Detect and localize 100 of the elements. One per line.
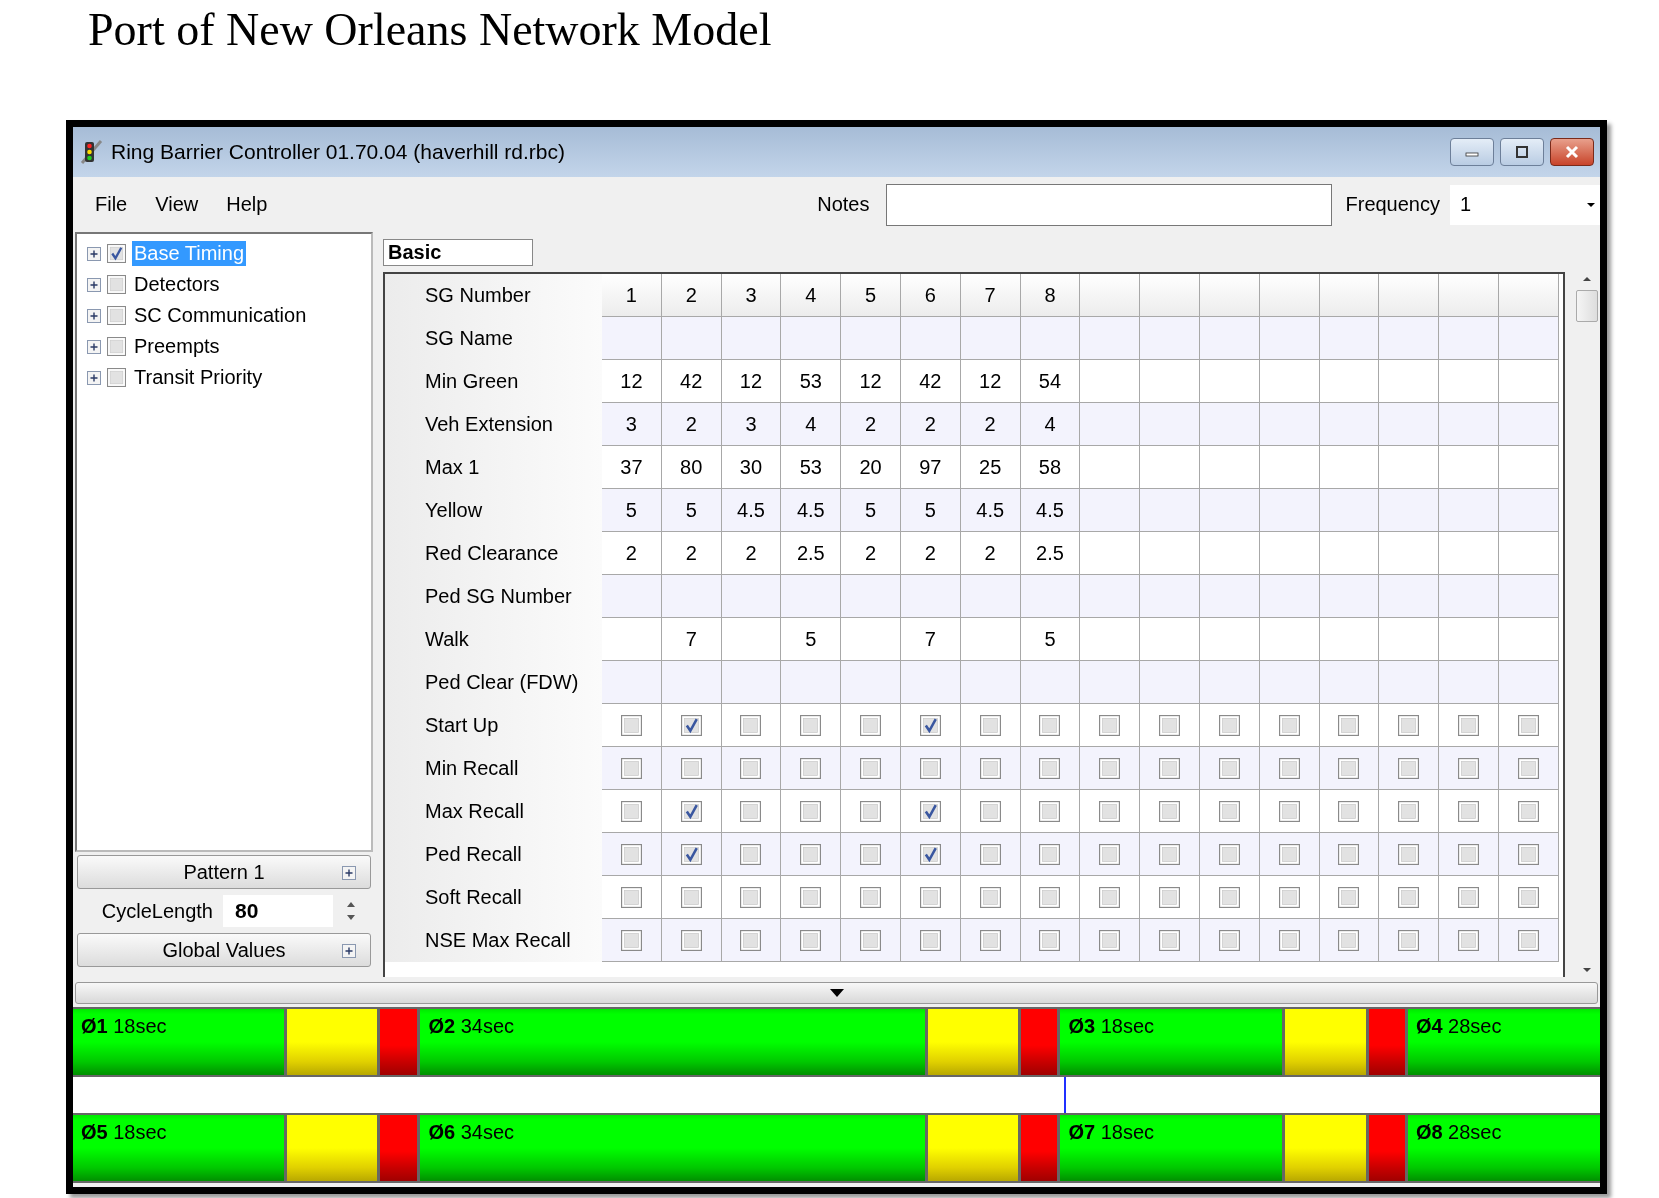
expand-icon[interactable]: [87, 370, 101, 385]
checkbox[interactable]: [1458, 929, 1480, 951]
tree-item[interactable]: Transit Priority: [132, 365, 265, 390]
checkbox[interactable]: [1398, 886, 1420, 908]
checkbox[interactable]: [1099, 757, 1121, 779]
menu-item[interactable]: View: [141, 193, 213, 216]
checkbox[interactable]: [1278, 886, 1300, 908]
checkbox[interactable]: [800, 843, 822, 865]
checkbox[interactable]: [680, 843, 702, 865]
checkbox[interactable]: [1338, 714, 1360, 736]
checkbox[interactable]: [979, 714, 1001, 736]
dropdown-arrow-icon[interactable]: [1586, 200, 1596, 209]
checkbox[interactable]: [1517, 800, 1539, 822]
checkbox[interactable]: [1039, 757, 1061, 779]
checkbox[interactable]: [1099, 714, 1121, 736]
checkbox[interactable]: [860, 843, 882, 865]
notes-field[interactable]: [885, 183, 1332, 226]
checkbox[interactable]: [740, 886, 762, 908]
tree-item[interactable]: SC Communication: [132, 303, 309, 328]
checkbox[interactable]: [860, 886, 882, 908]
checkbox[interactable]: [1099, 843, 1121, 865]
down-arrow-icon[interactable]: [827, 987, 846, 999]
checkbox[interactable]: [800, 757, 822, 779]
checkbox[interactable]: [107, 275, 126, 294]
checkbox[interactable]: [680, 800, 702, 822]
checkbox[interactable]: [620, 886, 642, 908]
checkbox[interactable]: [740, 757, 762, 779]
checkbox[interactable]: [1458, 843, 1480, 865]
checkbox[interactable]: [860, 757, 882, 779]
checkbox[interactable]: [1278, 843, 1300, 865]
pattern-button[interactable]: Pattern 1: [77, 855, 371, 889]
checkbox[interactable]: [860, 800, 882, 822]
checkbox[interactable]: [1398, 843, 1420, 865]
checkbox[interactable]: [1278, 929, 1300, 951]
checkbox[interactable]: [1517, 843, 1539, 865]
checkbox[interactable]: [979, 843, 1001, 865]
checkbox[interactable]: [1159, 929, 1181, 951]
checkbox[interactable]: [107, 244, 126, 263]
checkbox[interactable]: [1159, 843, 1181, 865]
checkbox[interactable]: [860, 929, 882, 951]
checkbox[interactable]: [1517, 886, 1539, 908]
checkbox[interactable]: [919, 757, 941, 779]
checkbox[interactable]: [979, 886, 1001, 908]
checkbox[interactable]: [1218, 843, 1240, 865]
checkbox[interactable]: [740, 800, 762, 822]
scrollbar-thumb[interactable]: [1575, 290, 1598, 322]
checkbox[interactable]: [1398, 757, 1420, 779]
checkbox[interactable]: [1099, 886, 1121, 908]
checkbox[interactable]: [1218, 714, 1240, 736]
checkbox[interactable]: [620, 757, 642, 779]
checkbox[interactable]: [1159, 800, 1181, 822]
checkbox[interactable]: [680, 886, 702, 908]
checkbox[interactable]: [1218, 929, 1240, 951]
checkbox[interactable]: [1458, 757, 1480, 779]
close-button[interactable]: [1550, 138, 1594, 166]
checkbox[interactable]: [1039, 929, 1061, 951]
checkbox[interactable]: [1338, 757, 1360, 779]
checkbox[interactable]: [919, 800, 941, 822]
checkbox[interactable]: [800, 714, 822, 736]
tab[interactable]: Basic: [383, 238, 533, 266]
checkbox[interactable]: [1398, 714, 1420, 736]
checkbox[interactable]: [1039, 800, 1061, 822]
checkbox[interactable]: [860, 714, 882, 736]
checkbox[interactable]: [1039, 843, 1061, 865]
checkbox[interactable]: [979, 757, 1001, 779]
expand-icon[interactable]: [87, 339, 101, 354]
checkbox[interactable]: [979, 800, 1001, 822]
checkbox[interactable]: [919, 714, 941, 736]
checkbox[interactable]: [620, 800, 642, 822]
checkbox[interactable]: [620, 843, 642, 865]
menu-item[interactable]: File: [81, 193, 142, 216]
checkbox[interactable]: [919, 886, 941, 908]
global-values-button[interactable]: Global Values: [77, 933, 371, 967]
minimize-button[interactable]: [1450, 138, 1494, 166]
checkbox[interactable]: [107, 306, 126, 325]
checkbox[interactable]: [680, 929, 702, 951]
checkbox[interactable]: [800, 886, 822, 908]
expand-icon[interactable]: [342, 944, 356, 958]
checkbox[interactable]: [1517, 714, 1539, 736]
tree-item[interactable]: Detectors: [132, 272, 222, 297]
checkbox[interactable]: [1278, 800, 1300, 822]
checkbox[interactable]: [1218, 800, 1240, 822]
checkbox[interactable]: [1159, 757, 1181, 779]
checkbox[interactable]: [1278, 757, 1300, 779]
maximize-button[interactable]: [1500, 138, 1544, 166]
tree-item[interactable]: Preempts: [132, 334, 222, 359]
checkbox[interactable]: [919, 843, 941, 865]
checkbox[interactable]: [1218, 886, 1240, 908]
checkbox[interactable]: [1338, 843, 1360, 865]
checkbox[interactable]: [1338, 929, 1360, 951]
checkbox[interactable]: [1458, 800, 1480, 822]
checkbox[interactable]: [680, 714, 702, 736]
checkbox[interactable]: [620, 714, 642, 736]
expand-icon[interactable]: [342, 866, 356, 880]
checkbox[interactable]: [979, 929, 1001, 951]
menu-item[interactable]: Help: [212, 193, 282, 216]
expand-icon[interactable]: [87, 308, 101, 323]
checkbox[interactable]: [740, 929, 762, 951]
checkbox[interactable]: [1517, 757, 1539, 779]
checkbox[interactable]: [1338, 886, 1360, 908]
